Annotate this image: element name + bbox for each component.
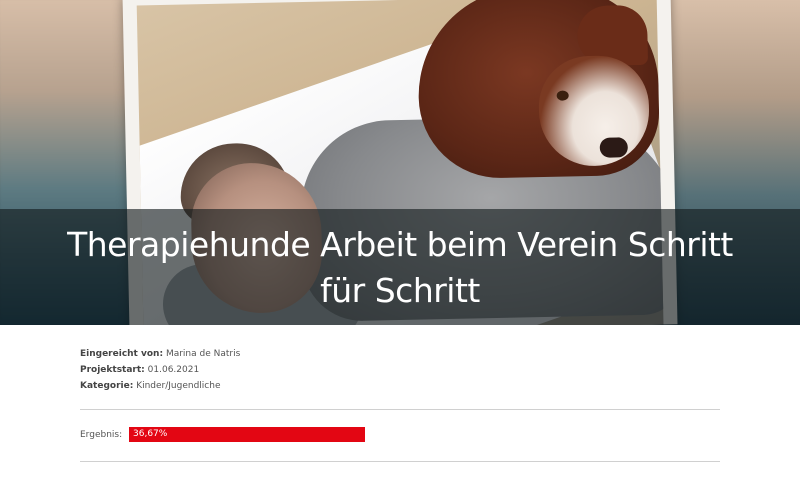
result-percentage: 36,67% <box>133 429 168 439</box>
project-start-value: 01.06.2021 <box>147 365 200 375</box>
hero-banner: Therapiehunde Arbeit beim Verein Schritt… <box>0 0 800 325</box>
submitted-by-label: Eingereicht von: <box>80 349 164 359</box>
divider-top <box>80 409 720 410</box>
divider-bottom <box>80 461 720 462</box>
category-label: Kategorie: <box>80 381 134 391</box>
project-start-row: Projektstart: 01.06.2021 <box>80 362 240 378</box>
project-info: Eingereicht von: Marina de Natris Projek… <box>80 346 240 394</box>
category-row: Kategorie: Kinder/Jugendliche <box>80 378 240 394</box>
project-start-label: Projektstart: <box>80 365 145 375</box>
page-title: Therapiehunde Arbeit beim Verein Schritt… <box>67 225 733 310</box>
submitted-by-value: Marina de Natris <box>165 349 241 359</box>
result-progress-fill: 36,67% <box>129 427 365 442</box>
photo-dog-nose <box>599 137 628 158</box>
result-progress-bar: 36,67% <box>129 427 365 442</box>
result-label: Ergebnis: <box>80 430 123 440</box>
submitted-by-row: Eingereicht von: Marina de Natris <box>80 346 240 362</box>
category-value: Kinder/Jugendliche <box>136 381 221 391</box>
